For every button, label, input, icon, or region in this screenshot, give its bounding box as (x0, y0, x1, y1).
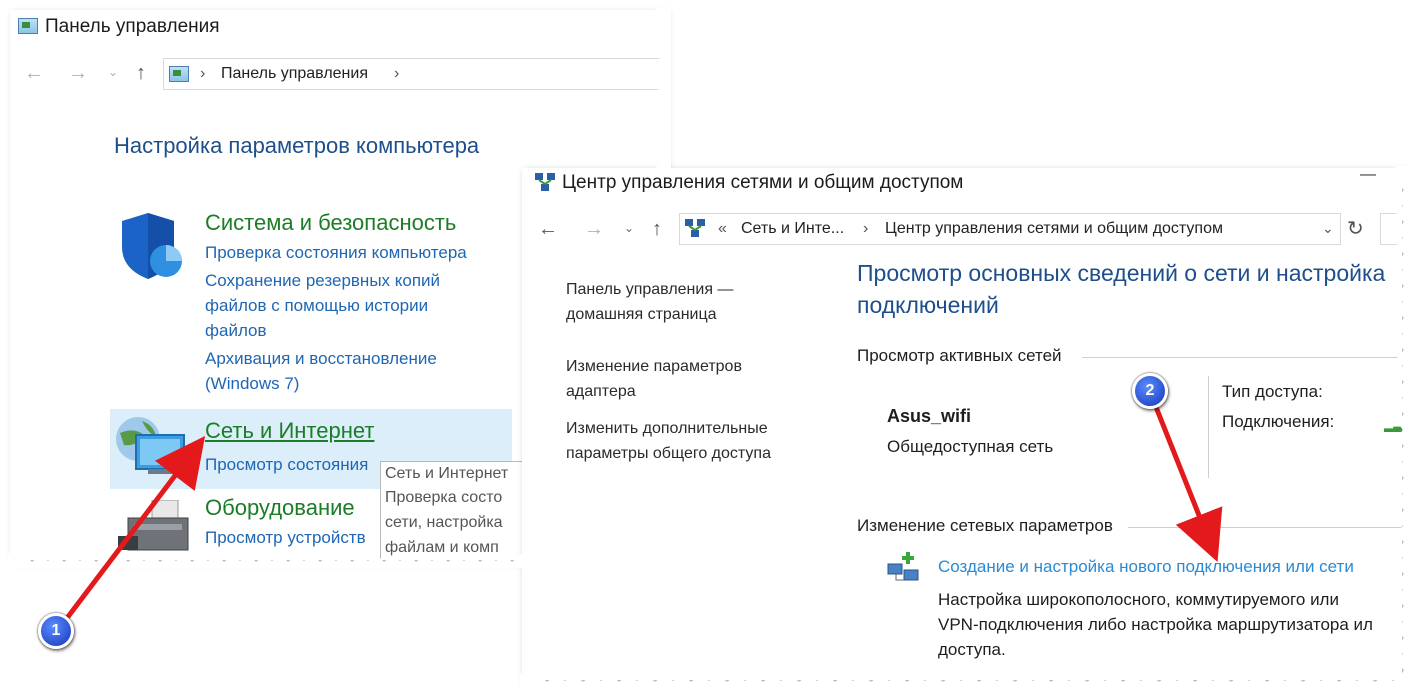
annotation-badge-1: 1 (38, 613, 74, 649)
annotation-arrows (62, 401, 1223, 624)
annotation-badge-2: 2 (1132, 373, 1168, 409)
annotation-arrow-2 (1151, 401, 1223, 562)
annotation-arrow-1 (62, 436, 206, 624)
